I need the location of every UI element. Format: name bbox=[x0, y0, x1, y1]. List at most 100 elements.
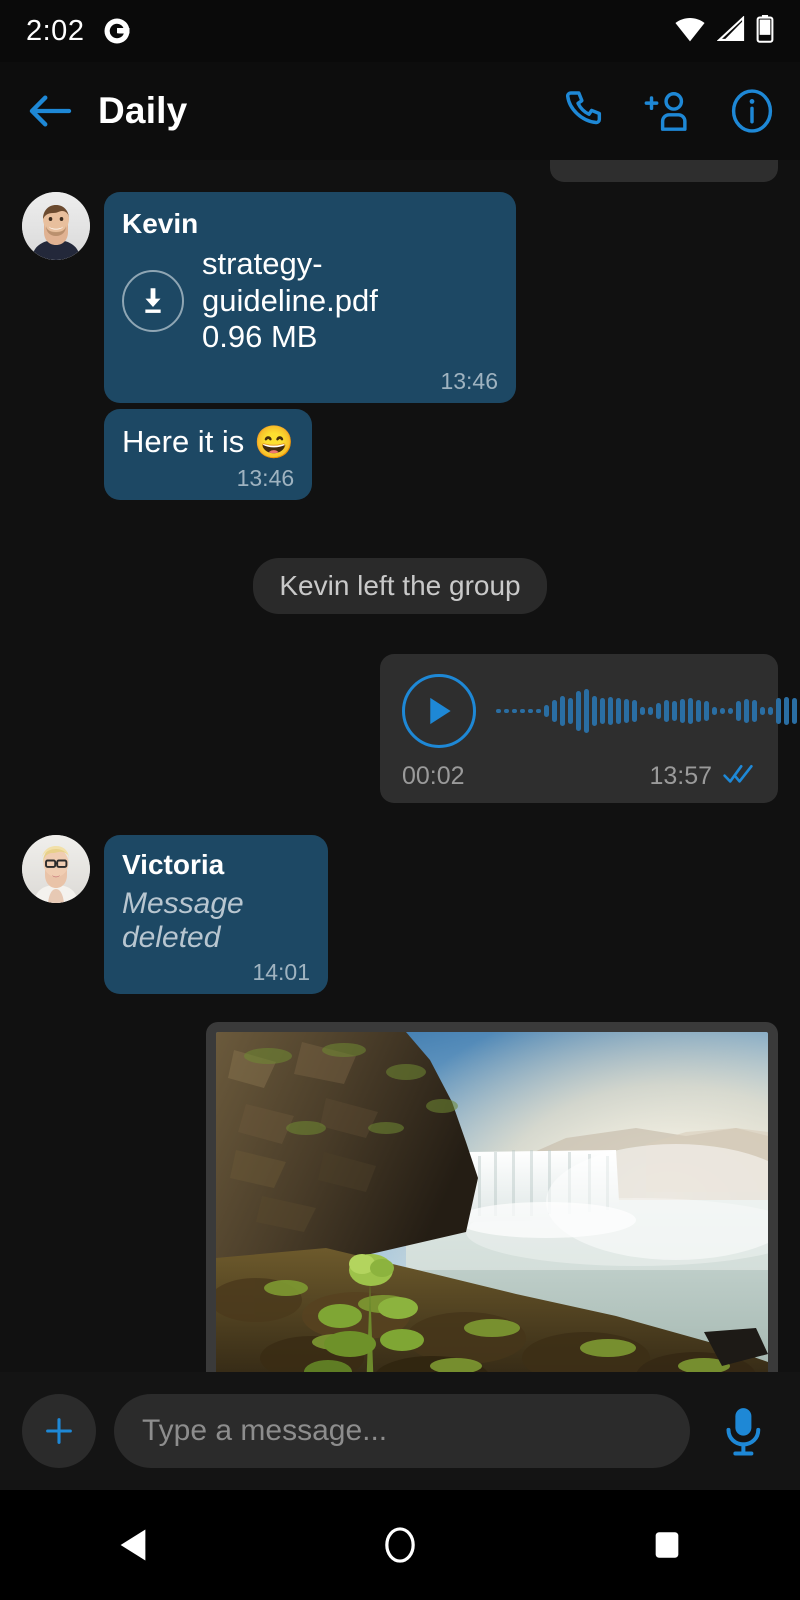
chat-header: Daily bbox=[0, 62, 800, 160]
waveform-bar bbox=[720, 707, 725, 714]
voice-status: 13:57 bbox=[649, 762, 756, 791]
info-icon[interactable] bbox=[726, 85, 778, 137]
emoji-smile: 😄 bbox=[254, 423, 295, 460]
waveform-bar bbox=[640, 706, 645, 715]
chat-screen: 2:02 Daily Kevin strategy-guideline.pdf … bbox=[0, 0, 800, 1600]
system-message-row: Kevin left the group bbox=[22, 557, 778, 614]
voice-controls[interactable] bbox=[402, 673, 797, 748]
text-message-bubble[interactable]: Here it is 😄 13:46 bbox=[104, 408, 313, 500]
voice-meta: 00:02 13:57 bbox=[402, 762, 756, 791]
waveform-bar bbox=[544, 704, 549, 717]
message-text: Here it is bbox=[122, 423, 245, 459]
waveform-bar bbox=[648, 706, 653, 715]
waveform-bar bbox=[680, 698, 685, 723]
waveform-bar bbox=[696, 699, 701, 722]
waveform-bar bbox=[792, 697, 797, 724]
cellular-signal-icon bbox=[716, 14, 745, 47]
voice-message-bubble[interactable]: 00:02 13:57 bbox=[380, 653, 797, 803]
status-icons bbox=[674, 14, 774, 48]
avatar-kevin[interactable] bbox=[22, 192, 90, 260]
waveform-bar bbox=[608, 696, 613, 725]
g-notification-icon bbox=[102, 16, 132, 46]
image-message-bubble[interactable]: 14:01 bbox=[206, 1021, 778, 1372]
message-time: 13:46 bbox=[236, 464, 295, 491]
phone-icon[interactable] bbox=[558, 85, 610, 137]
header-actions bbox=[558, 85, 778, 137]
message-row-file[interactable]: Kevin strategy-guideline.pdf 0.96 MB 13:… bbox=[22, 192, 778, 403]
sender-name: Victoria bbox=[122, 848, 225, 880]
waveform-bar bbox=[520, 708, 525, 713]
system-message: Kevin left the group bbox=[253, 557, 547, 614]
message-row-voice[interactable]: 00:02 13:57 bbox=[22, 653, 797, 803]
waveform-bar bbox=[664, 699, 669, 722]
waveform-bar bbox=[592, 695, 597, 726]
waveform-bar bbox=[736, 700, 741, 721]
waveform-bar bbox=[504, 708, 509, 713]
plus-icon[interactable] bbox=[22, 1394, 96, 1468]
message-list[interactable]: 13:45 bbox=[0, 160, 800, 1372]
message-time: 13:46 bbox=[440, 367, 498, 394]
waveform-bar bbox=[744, 698, 749, 723]
waveform-bar bbox=[568, 697, 573, 724]
sender-name: Kevin bbox=[122, 208, 199, 239]
waterfall-landscape-photo[interactable] bbox=[216, 1031, 768, 1372]
waveform-bar bbox=[728, 707, 733, 714]
file-name: strategy-guideline.pdf bbox=[202, 246, 378, 318]
waveform-bar bbox=[632, 699, 637, 722]
waveform-bar bbox=[616, 697, 621, 724]
waveform-bar bbox=[496, 708, 501, 713]
waveform-bar bbox=[576, 690, 581, 731]
waveform-bar bbox=[584, 688, 589, 733]
avatar-victoria[interactable] bbox=[22, 834, 90, 903]
message-input[interactable] bbox=[142, 1414, 662, 1448]
message-time: 13:57 bbox=[649, 761, 712, 790]
waveform-bar bbox=[752, 699, 757, 722]
microphone-icon[interactable] bbox=[708, 1396, 778, 1466]
status-clock: 2:02 bbox=[26, 14, 85, 47]
nav-back-triangle-icon[interactable] bbox=[78, 1490, 188, 1600]
message-row-text[interactable]: Here it is 😄 13:46 bbox=[104, 408, 778, 500]
message-clipped[interactable]: 13:45 bbox=[22, 160, 778, 182]
message-composer bbox=[0, 1372, 800, 1490]
waveform-bar bbox=[552, 699, 557, 722]
android-nav-bar bbox=[0, 1490, 800, 1600]
waveform-bar bbox=[600, 697, 605, 724]
message-text-line: Here it is 😄 bbox=[122, 423, 294, 461]
add-person-icon[interactable] bbox=[642, 85, 694, 137]
waveform-bar bbox=[560, 695, 565, 726]
waveform-bar bbox=[528, 708, 533, 713]
file-attachment[interactable]: strategy-guideline.pdf 0.96 MB bbox=[122, 246, 498, 356]
waveform-bar bbox=[536, 708, 541, 713]
download-icon[interactable] bbox=[122, 269, 184, 332]
back-arrow-icon[interactable] bbox=[22, 83, 78, 139]
waveform-bar bbox=[704, 700, 709, 721]
battery-icon bbox=[756, 14, 774, 48]
waveform-bar bbox=[768, 706, 773, 715]
waveform-bar bbox=[760, 706, 765, 715]
waveform-bar bbox=[784, 696, 789, 725]
play-icon[interactable] bbox=[402, 673, 476, 748]
waveform-bar bbox=[656, 702, 661, 719]
file-meta: strategy-guideline.pdf 0.96 MB bbox=[202, 246, 498, 356]
status-bar: 2:02 bbox=[0, 0, 800, 62]
nav-home-circle-icon[interactable] bbox=[345, 1490, 455, 1600]
voice-duration: 00:02 bbox=[402, 761, 465, 790]
waveform-bar bbox=[688, 697, 693, 724]
file-message-bubble[interactable]: Kevin strategy-guideline.pdf 0.96 MB 13:… bbox=[104, 192, 516, 403]
message-row-image[interactable]: 14:01 bbox=[22, 1021, 778, 1372]
file-size: 0.96 MB bbox=[202, 319, 318, 355]
message-time: 14:01 bbox=[252, 958, 310, 985]
message-input-wrapper[interactable] bbox=[114, 1394, 690, 1468]
deleted-message-bubble[interactable]: Victoria Message deleted 14:01 bbox=[104, 834, 328, 994]
voice-waveform[interactable] bbox=[496, 688, 800, 734]
message-row-deleted[interactable]: Victoria Message deleted 14:01 bbox=[22, 834, 778, 994]
page-title: Daily bbox=[98, 90, 188, 131]
waveform-bar bbox=[776, 697, 781, 724]
wifi-icon bbox=[674, 16, 706, 47]
deleted-message-text: Message deleted bbox=[122, 886, 244, 954]
waveform-bar bbox=[672, 700, 677, 721]
waveform-bar bbox=[712, 706, 717, 715]
nav-recents-square-icon[interactable] bbox=[612, 1490, 722, 1600]
waveform-bar bbox=[512, 708, 517, 713]
waveform-bar bbox=[624, 698, 629, 723]
